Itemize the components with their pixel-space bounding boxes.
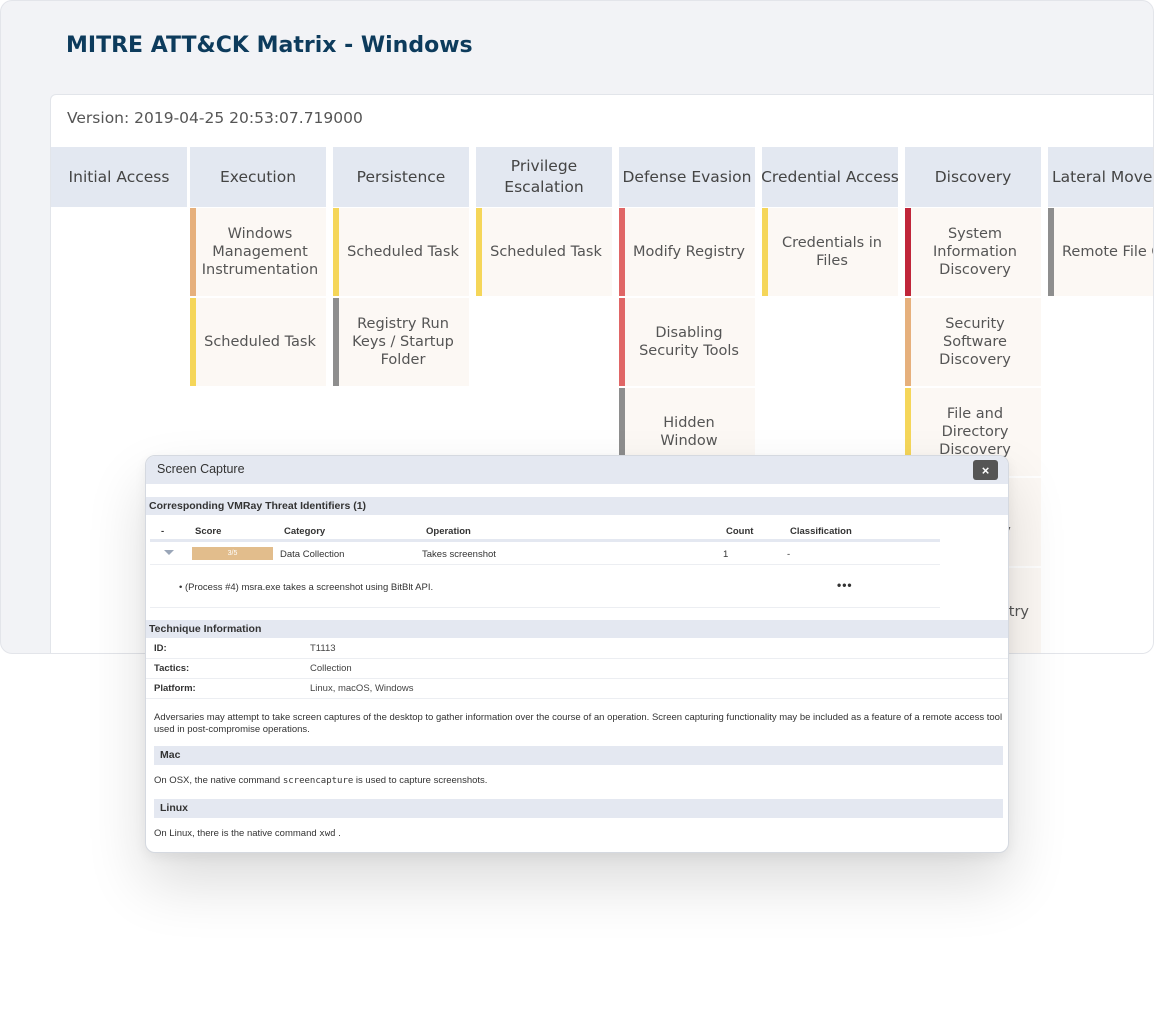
technique-cell[interactable]: Remote File Copy	[1048, 208, 1153, 296]
technique-label: Remote File Copy	[1062, 244, 1153, 260]
severity-bar	[905, 208, 911, 296]
linux-command: xwd	[319, 829, 336, 839]
detail-row: • (Process #4) msra.exe takes a screensh…	[150, 566, 940, 608]
column-header: Count	[726, 526, 754, 537]
version-label: Version: 2019-04-25 20:53:07.719000	[67, 109, 363, 127]
mac-heading: Mac	[154, 746, 1003, 765]
threat-identifiers-heading: Corresponding VMRay Threat Identifiers (…	[146, 497, 1008, 515]
tactic-header-defense-evasion[interactable]: Defense Evasion	[619, 147, 755, 207]
chevron-down-icon[interactable]	[164, 550, 174, 555]
column-header: Operation	[426, 526, 471, 537]
severity-bar	[619, 208, 625, 296]
more-options-icon[interactable]: •••	[837, 578, 853, 592]
tactic-header-persistence[interactable]: Persistence	[333, 147, 469, 207]
column-header: Classification	[790, 526, 852, 537]
classification-cell: -	[787, 549, 791, 560]
technique-detail-modal: Screen Capture × Corresponding VMRay Thr…	[145, 455, 1009, 853]
technique-label: Credentials in Files	[781, 235, 882, 269]
mac-command: screencapture	[282, 776, 354, 786]
close-button[interactable]: ×	[973, 460, 998, 480]
technique-cell[interactable]: System Information Discovery	[905, 208, 1041, 296]
linux-heading: Linux	[154, 799, 1003, 818]
technique-label: Disabling Security Tools	[639, 325, 739, 359]
info-key: Platform:	[154, 683, 196, 694]
column-header: Category	[284, 526, 326, 537]
info-value: Linux, macOS, Windows	[310, 683, 414, 694]
info-row: Tactics: Collection	[146, 659, 1008, 679]
technique-label: Registry Run Keys / Startup Folder	[352, 316, 454, 368]
severity-bar	[1048, 208, 1054, 296]
technique-description: Adversaries may attempt to take screen c…	[154, 712, 1003, 735]
severity-bar	[333, 208, 339, 296]
table-row[interactable]: 3/5 Data Collection Takes screenshot 1 -	[150, 545, 940, 565]
technique-label: Modify Registry	[633, 244, 746, 260]
tactic-header-lateral-movement[interactable]: Lateral Movement	[1048, 147, 1153, 207]
technique-label: Scheduled Task	[347, 244, 459, 260]
technique-cell[interactable]: Windows Management Instrumentation	[190, 208, 326, 296]
severity-bar	[905, 298, 911, 386]
technique-cell[interactable]: Disabling Security Tools	[619, 298, 755, 386]
technique-cell[interactable]: Scheduled Task	[190, 298, 326, 386]
severity-bar	[190, 298, 196, 386]
tactic-header-privilege-escalation[interactable]: Privilege Escalation	[476, 147, 612, 207]
technique-cell[interactable]: Registry Run Keys / Startup Folder	[333, 298, 469, 386]
technique-info-heading: Technique Information	[146, 620, 1008, 638]
linux-text: On Linux, there is the native command xw…	[154, 828, 341, 839]
technique-cell[interactable]: Scheduled Task	[476, 208, 612, 296]
column-header: Score	[195, 526, 222, 537]
modal-header: Screen Capture ×	[146, 456, 1008, 484]
technique-label: Hidden Window	[660, 415, 718, 449]
detail-text: • (Process #4) msra.exe takes a screensh…	[179, 582, 434, 593]
severity-bar	[476, 208, 482, 296]
threat-table-header: - Score Category Operation Count Classif…	[150, 524, 940, 542]
operation-cell: Takes screenshot	[422, 549, 496, 560]
modal-title: Screen Capture	[157, 462, 245, 476]
severity-bar	[333, 298, 339, 386]
technique-cell[interactable]: Credentials in Files	[762, 208, 898, 296]
column-header: -	[161, 526, 165, 537]
count-cell: 1	[723, 549, 729, 560]
matrix-header-row: Initial Access Execution Persistence Pri…	[51, 147, 1153, 207]
technique-cell[interactable]: Security Software Discovery	[905, 298, 1041, 386]
technique-label: Scheduled Task	[490, 244, 602, 260]
tactic-header-credential-access[interactable]: Credential Access	[762, 147, 898, 207]
technique-label: Windows Management Instrumentation	[201, 226, 319, 278]
close-icon: ×	[981, 462, 990, 478]
info-key: Tactics:	[154, 663, 190, 674]
tactic-header-initial-access[interactable]: Initial Access	[51, 147, 187, 207]
severity-bar	[190, 208, 196, 296]
technique-label: Security Software Discovery	[939, 316, 1011, 368]
severity-bar	[762, 208, 768, 296]
info-value: T1113	[310, 643, 336, 654]
technique-label: File and Directory Discovery	[939, 406, 1011, 458]
severity-bar	[619, 298, 625, 386]
info-row: ID: T1113	[146, 639, 1008, 659]
tactic-header-execution[interactable]: Execution	[190, 147, 326, 207]
technique-cell[interactable]: Modify Registry	[619, 208, 755, 296]
technique-label: System Information Discovery	[933, 226, 1017, 278]
technique-cell[interactable]: Scheduled Task	[333, 208, 469, 296]
info-row: Platform: Linux, macOS, Windows	[146, 679, 1008, 699]
score-badge: 3/5	[192, 547, 273, 560]
technique-label: Scheduled Task	[204, 334, 316, 350]
category-cell: Data Collection	[280, 549, 345, 560]
page-title: MITRE ATT&CK Matrix - Windows	[66, 33, 473, 58]
tactic-header-discovery[interactable]: Discovery	[905, 147, 1041, 207]
info-key: ID:	[154, 643, 167, 654]
info-value: Collection	[310, 663, 352, 674]
mac-text: On OSX, the native command screencapture…	[154, 775, 488, 786]
